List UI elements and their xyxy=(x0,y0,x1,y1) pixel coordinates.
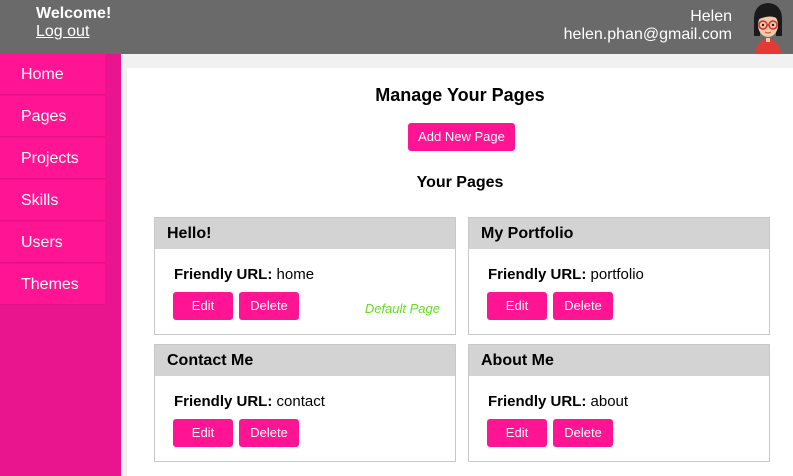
friendly-url-label: Friendly URL: xyxy=(488,393,587,410)
friendly-url-label: Friendly URL: xyxy=(488,266,587,283)
avatar[interactable] xyxy=(747,0,789,54)
delete-button[interactable]: Delete xyxy=(239,419,299,447)
edit-button[interactable]: Edit xyxy=(487,419,547,447)
page-card-hello: Hello! Friendly URL: home Edit Delete De… xyxy=(154,217,456,335)
sidebar-item-projects[interactable]: Projects xyxy=(0,138,105,179)
page-card-title: Contact Me xyxy=(155,345,455,376)
sidebar: Home Pages Projects Skills Users Themes xyxy=(0,54,121,476)
logout-link[interactable]: Log out xyxy=(36,23,89,41)
friendly-url-value: home xyxy=(276,266,315,283)
page-card-title: My Portfolio xyxy=(469,218,769,249)
friendly-url: Friendly URL: about xyxy=(488,393,628,410)
page-title: Manage Your Pages xyxy=(375,85,545,105)
friendly-url: Friendly URL: portfolio xyxy=(488,266,644,283)
main-panel: Manage Your Pages Add New Page Your Page… xyxy=(127,68,793,476)
edit-button[interactable]: Edit xyxy=(173,292,233,320)
add-new-page-button[interactable]: Add New Page xyxy=(408,123,515,151)
welcome-text: Welcome! xyxy=(36,5,112,22)
friendly-url-value: contact xyxy=(276,393,325,410)
sidebar-item-pages[interactable]: Pages xyxy=(0,96,105,137)
page-card-portfolio: My Portfolio Friendly URL: portfolio Edi… xyxy=(468,217,770,335)
delete-button[interactable]: Delete xyxy=(239,292,299,320)
sidebar-item-home[interactable]: Home xyxy=(0,54,105,95)
sidebar-item-users[interactable]: Users xyxy=(0,222,105,263)
sidebar-item-themes[interactable]: Themes xyxy=(0,264,105,305)
sidebar-item-skills[interactable]: Skills xyxy=(0,180,105,221)
user-email: helen.phan@gmail.com xyxy=(563,26,732,43)
friendly-url-value: portfolio xyxy=(590,266,644,283)
default-page-tag: Default Page xyxy=(364,301,440,316)
delete-button[interactable]: Delete xyxy=(553,292,613,320)
top-bar: Welcome! Log out Helen helen.phan@gmail.… xyxy=(0,0,793,54)
page-card-title: About Me xyxy=(469,345,769,376)
edit-button[interactable]: Edit xyxy=(173,419,233,447)
friendly-url: Friendly URL: contact xyxy=(174,393,325,410)
edit-button[interactable]: Edit xyxy=(487,292,547,320)
user-name: Helen xyxy=(690,8,732,25)
friendly-url-label: Friendly URL: xyxy=(174,393,273,410)
page-card-about: About Me Friendly URL: about Edit Delete xyxy=(468,344,770,462)
friendly-url: Friendly URL: home xyxy=(174,266,314,283)
section-title: Your Pages xyxy=(416,174,504,191)
page-card-contact: Contact Me Friendly URL: contact Edit De… xyxy=(154,344,456,462)
delete-button[interactable]: Delete xyxy=(553,419,613,447)
friendly-url-label: Friendly URL: xyxy=(174,266,273,283)
page-card-title: Hello! xyxy=(155,218,455,249)
friendly-url-value: about xyxy=(590,393,629,410)
